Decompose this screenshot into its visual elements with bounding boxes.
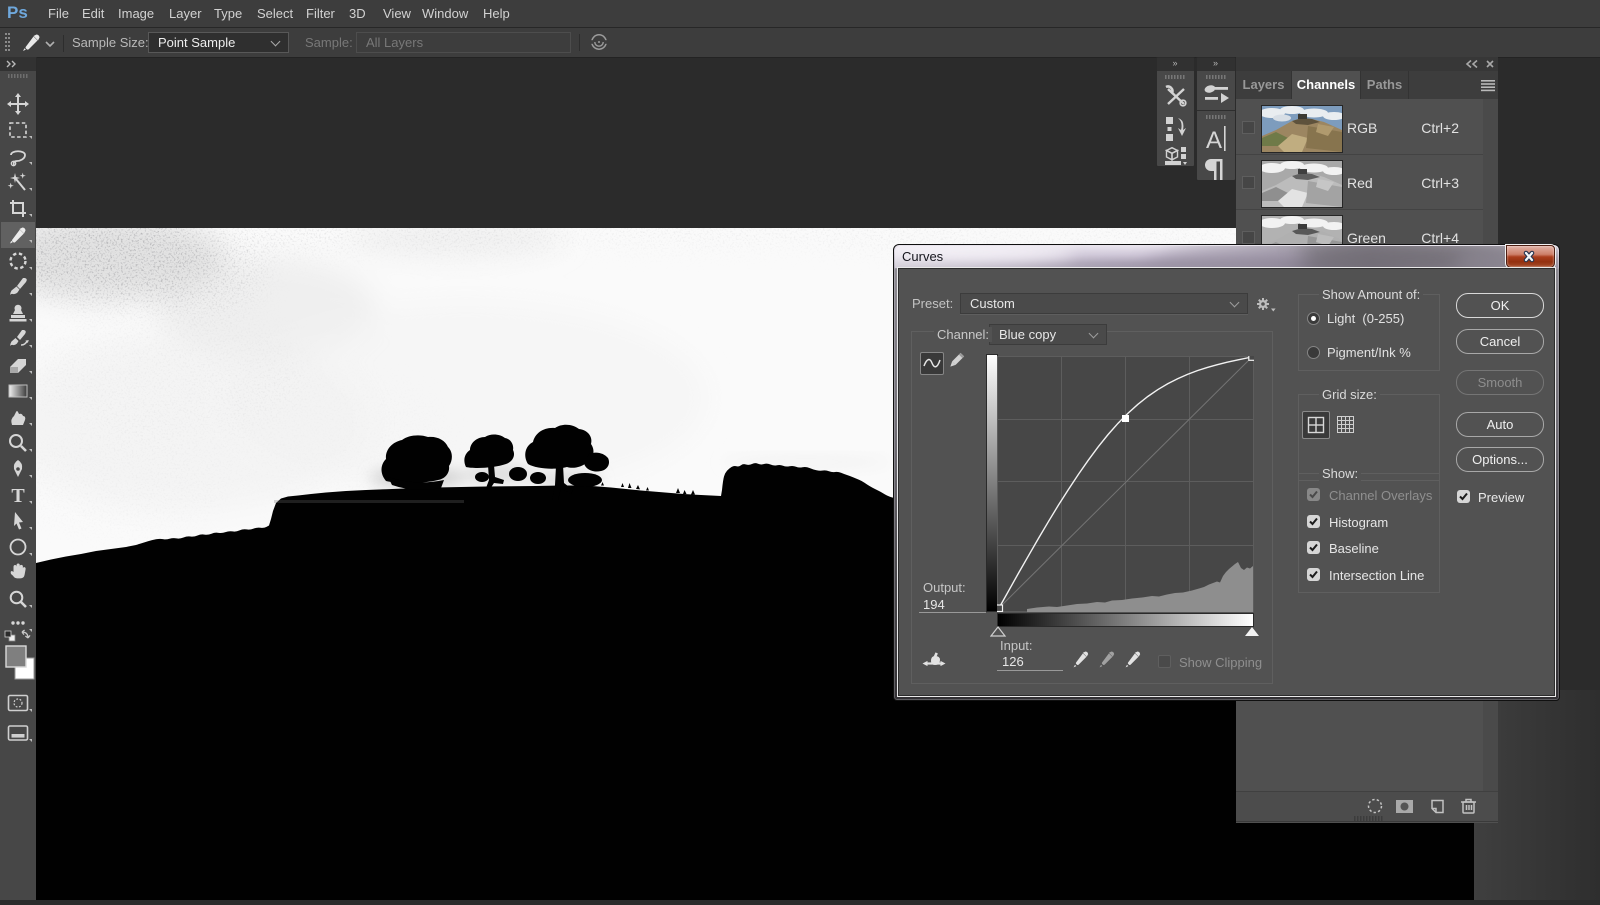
svg-text:T: T [11,485,25,507]
svg-text:A: A [1206,127,1222,154]
